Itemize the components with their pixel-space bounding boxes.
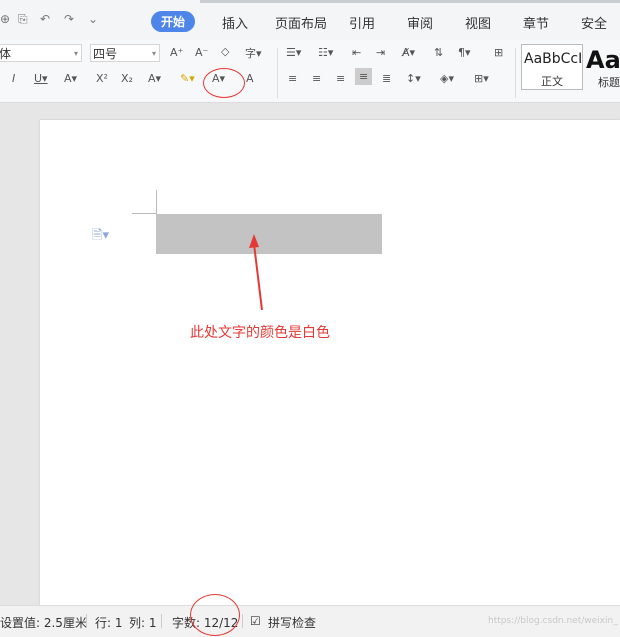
row-indicator: 行: 1 — [95, 616, 123, 630]
col-indicator: 列: 1 — [129, 616, 157, 630]
watermark: https://blog.csdn.net/weixin_ — [488, 616, 618, 626]
status-divider — [242, 614, 243, 628]
spell-check-button[interactable]: 拼写检查 — [268, 614, 316, 631]
annotation-circle — [190, 594, 240, 636]
annotation-text: 此处文字的颜色是白色 — [190, 325, 330, 341]
status-divider — [161, 614, 162, 628]
spell-check-icon[interactable]: ☑ — [250, 614, 261, 628]
status-divider — [86, 614, 87, 628]
status-bar: 设置值: 2.5厘米 行: 1 列: 1 字数: 12/12 ☑ 拼写检查 ht… — [0, 605, 620, 637]
margin-setting: 设置值: 2.5厘米 — [0, 616, 87, 630]
annotation-arrow — [249, 234, 263, 311]
